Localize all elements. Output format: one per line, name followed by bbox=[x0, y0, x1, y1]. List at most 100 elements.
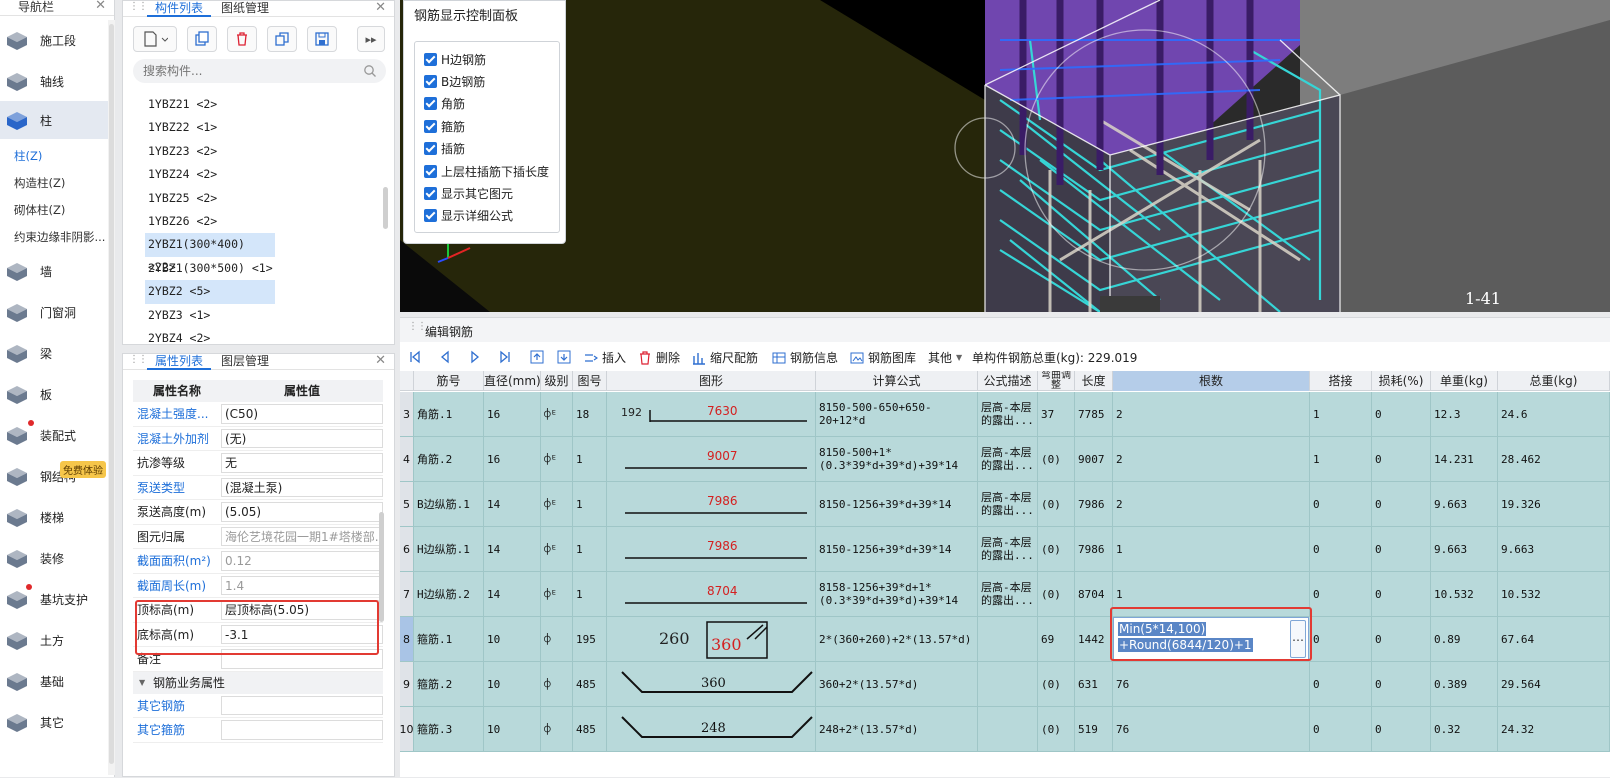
rebar-shape-figure[interactable]: 260 360 bbox=[607, 617, 816, 661]
nav-item-3[interactable]: 墙 bbox=[0, 252, 108, 290]
property-value-field[interactable] bbox=[221, 720, 383, 740]
rebar-cell-count[interactable]: 2 bbox=[1113, 437, 1310, 481]
rebar-cell-lap[interactable]: 0 bbox=[1310, 707, 1372, 751]
property-name[interactable]: 截面周长(m) bbox=[133, 574, 221, 598]
nav-scrollbar[interactable] bbox=[108, 20, 115, 775]
rebar-cell-d[interactable]: 16 bbox=[484, 437, 541, 481]
rebar-cell-fig[interactable]: 485 bbox=[573, 707, 607, 751]
rebar-cell-lap[interactable]: 0 bbox=[1310, 572, 1372, 616]
component-list-item[interactable]: 1YBZ22 <1> bbox=[145, 116, 385, 139]
rebar-cell-unit[interactable]: 9.663 bbox=[1431, 527, 1498, 571]
rebar-cell-formula[interactable]: 2*(360+260)+2*(13.57*d) bbox=[816, 617, 978, 661]
3d-viewport[interactable]: 1-41 bbox=[400, 0, 1610, 312]
column-header[interactable]: 搭接 bbox=[1310, 371, 1372, 391]
rebar-cell-name[interactable]: H边纵筋.1 bbox=[414, 527, 484, 571]
rebar-cell-d[interactable]: 14 bbox=[484, 482, 541, 526]
scale-rebar-button[interactable]: 缩尺配筋 bbox=[692, 349, 758, 366]
rebar-cell-loss[interactable]: 0 bbox=[1372, 662, 1431, 706]
checkbox-checked-icon[interactable] bbox=[424, 142, 437, 156]
checkbox-checked-icon[interactable] bbox=[424, 97, 437, 111]
rebar-cell-total[interactable]: 24.32 bbox=[1498, 707, 1610, 751]
rebar-cell-grade[interactable]: ⌽ᴱ bbox=[541, 572, 573, 616]
rebar-cell-unit[interactable]: 12.3 bbox=[1431, 392, 1498, 436]
row-number[interactable]: 8 bbox=[400, 617, 414, 661]
nav-item-2[interactable]: 柱 bbox=[0, 101, 108, 139]
property-value-field[interactable]: 1.4 bbox=[221, 575, 383, 595]
tab-drawing-management[interactable]: 图纸管理 bbox=[213, 1, 277, 17]
other-dropdown[interactable]: 其他 ▼ bbox=[928, 349, 962, 366]
drag-handle-icon[interactable]: ⋮⋮ bbox=[129, 1, 148, 12]
free-trial-badge[interactable]: 免费体验 bbox=[60, 461, 106, 478]
rebar-cell-fig[interactable]: 18 bbox=[573, 392, 607, 436]
rebar-cell-fig[interactable]: 1 bbox=[573, 437, 607, 481]
nav-item-1[interactable]: 轴线 bbox=[0, 62, 108, 100]
property-value-field[interactable] bbox=[221, 695, 383, 715]
rebar-cell-grade[interactable]: ⌽ bbox=[541, 707, 573, 751]
rebar-cell-bend[interactable]: (0) bbox=[1038, 437, 1075, 481]
rebar-cell-loss[interactable]: 0 bbox=[1372, 707, 1431, 751]
nav-item-11[interactable]: 基坑支护 bbox=[0, 580, 108, 618]
rebar-cell-name[interactable]: 箍筋.1 bbox=[414, 617, 484, 661]
rebar-cell-count[interactable]: 2 bbox=[1113, 482, 1310, 526]
rebar-table-row[interactable]: 7 H边纵筋.2 14 ⌽ᴱ 1 8704 8158-1256+39*d+1*(0.3*39… bbox=[400, 572, 1610, 617]
nav-item-0[interactable]: 施工段 bbox=[0, 21, 108, 59]
rebar-cell-d[interactable]: 14 bbox=[484, 572, 541, 616]
display-option-checkbox[interactable]: 箍筋 bbox=[424, 117, 465, 135]
new-component-button[interactable] bbox=[133, 26, 177, 52]
display-option-checkbox[interactable]: 显示详细公式 bbox=[424, 207, 513, 225]
rebar-cell-name[interactable]: B边纵筋.1 bbox=[414, 482, 484, 526]
row-number[interactable]: 10 bbox=[400, 707, 414, 751]
rebar-cell-d[interactable]: 16 bbox=[484, 392, 541, 436]
column-header[interactable]: 公式描述 bbox=[978, 371, 1038, 391]
rebar-cell-total[interactable]: 24.6 bbox=[1498, 392, 1610, 436]
rebar-cell-formula[interactable]: 360+2*(13.57*d) bbox=[816, 662, 978, 706]
display-option-checkbox[interactable]: 上层柱插筋下插长度 bbox=[424, 162, 549, 180]
tab-property-list[interactable]: 属性列表 bbox=[147, 354, 212, 370]
tab-layer-management[interactable]: 图层管理 bbox=[213, 354, 277, 370]
rebar-cell-lap[interactable]: 1 bbox=[1310, 437, 1372, 481]
rebar-cell-lap[interactable]: 0 bbox=[1310, 482, 1372, 526]
nav-subitem-0[interactable]: 柱(Z) bbox=[14, 148, 42, 164]
property-value-field[interactable]: (5.05) bbox=[221, 502, 383, 522]
property-name[interactable]: 其它钢筋 bbox=[133, 694, 221, 718]
row-number[interactable]: 7 bbox=[400, 572, 414, 616]
display-option-checkbox[interactable]: H边钢筋 bbox=[424, 50, 486, 68]
move-down-icon[interactable] bbox=[557, 350, 571, 364]
rebar-cell-unit[interactable]: 0.89 bbox=[1431, 617, 1498, 661]
nav-item-9[interactable]: 楼梯 bbox=[0, 498, 108, 536]
rebar-cell-fig[interactable]: 1 bbox=[573, 482, 607, 526]
rebar-cell-lap[interactable]: 0 bbox=[1310, 662, 1372, 706]
column-header[interactable]: 计算公式 bbox=[816, 371, 978, 391]
nav-subitem-3[interactable]: 约束边缘非阴影... bbox=[14, 229, 105, 245]
property-value-field[interactable]: 海伦艺境花园一期1#塔楼部... bbox=[221, 526, 383, 546]
rebar-cell-len[interactable]: 519 bbox=[1075, 707, 1113, 751]
rebar-cell-formula[interactable]: 8150-500+1*(0.3*39*d+39*d)+39*14 bbox=[816, 437, 978, 481]
rebar-cell-d[interactable]: 10 bbox=[484, 662, 541, 706]
rebar-cell-unit[interactable]: 0.32 bbox=[1431, 707, 1498, 751]
rebar-cell-grade[interactable]: ⌽ᴱ bbox=[541, 482, 573, 526]
column-header[interactable]: 损耗(%) bbox=[1372, 371, 1431, 391]
delete-button[interactable] bbox=[227, 26, 257, 52]
rebar-cell-desc[interactable]: 层高-本层的露出... bbox=[978, 527, 1038, 571]
rebar-cell-len[interactable]: 7986 bbox=[1075, 527, 1113, 571]
rebar-cell-unit[interactable]: 10.532 bbox=[1431, 572, 1498, 616]
column-header[interactable]: 图形 bbox=[607, 371, 816, 391]
property-name[interactable]: 泵送类型 bbox=[133, 476, 221, 500]
move-up-icon[interactable] bbox=[530, 350, 544, 364]
component-list-item[interactable]: 1YBZ23 <2> bbox=[145, 140, 385, 163]
rebar-cell-d[interactable]: 10 bbox=[484, 617, 541, 661]
nav-item-5[interactable]: 梁 bbox=[0, 334, 108, 372]
drag-handle-icon[interactable]: ⋮⋮ bbox=[408, 321, 427, 332]
row-number[interactable]: 5 bbox=[400, 482, 414, 526]
rebar-cell-desc[interactable]: 层高-本层的露出... bbox=[978, 482, 1038, 526]
column-header[interactable]: 根数 bbox=[1113, 371, 1310, 391]
rebar-cell-len[interactable]: 1442 bbox=[1075, 617, 1113, 661]
rebar-cell-total[interactable]: 28.462 bbox=[1498, 437, 1610, 481]
tab-component-list[interactable]: 构件列表 bbox=[147, 1, 212, 17]
rebar-shape-figure[interactable]: 9007 bbox=[607, 437, 816, 481]
row-number[interactable]: 4 bbox=[400, 437, 414, 481]
rebar-shape-figure[interactable]: 360 bbox=[607, 662, 816, 706]
rebar-cell-formula[interactable]: 8150-1256+39*d+39*14 bbox=[816, 527, 978, 571]
rebar-cell-formula[interactable]: 8158-1256+39*d+1*(0.3*39*d+39*d)+39*14 bbox=[816, 572, 978, 616]
column-header[interactable]: 级别 bbox=[541, 371, 573, 391]
